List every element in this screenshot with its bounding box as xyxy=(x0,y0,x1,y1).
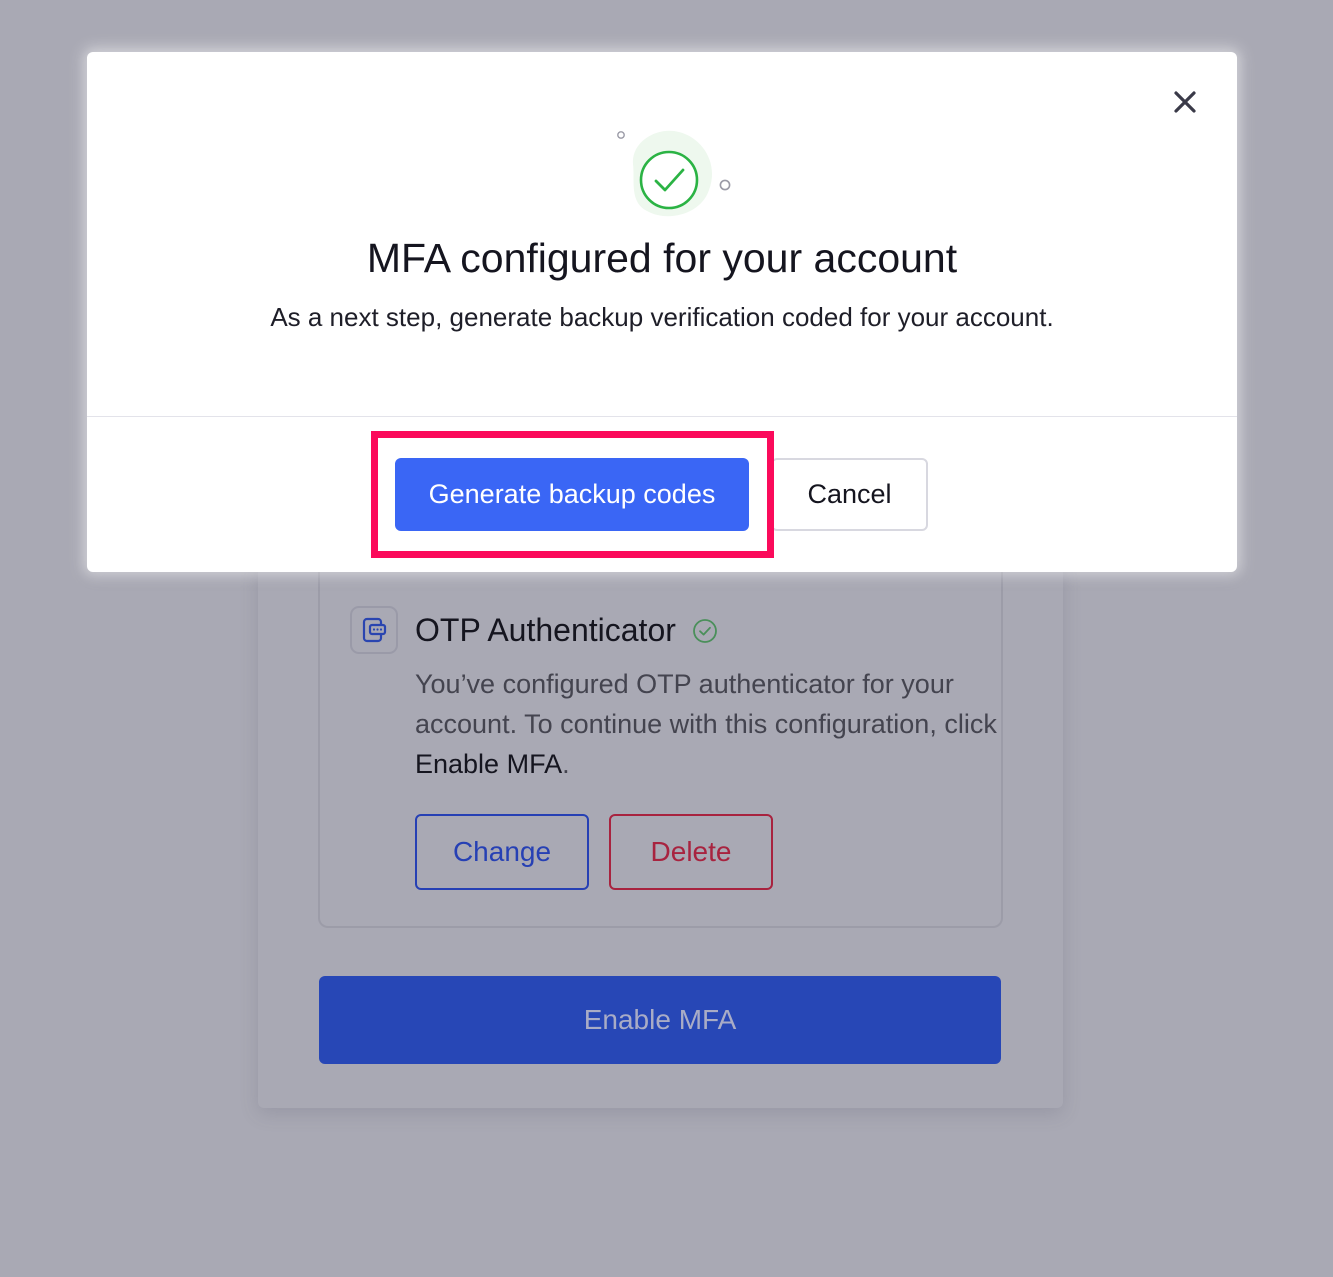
modal-title: MFA configured for your account xyxy=(366,235,958,281)
description-text: You’ve configured OTP authenticator for … xyxy=(415,669,997,739)
cancel-button[interactable]: Cancel xyxy=(771,458,928,531)
otp-device-icon xyxy=(350,606,398,654)
check-circle-icon xyxy=(605,124,735,224)
mfa-configured-modal: MFA configured for your account As a nex… xyxy=(87,52,1237,572)
description-period: . xyxy=(562,749,570,779)
otp-method-description: You’ve configured OTP authenticator for … xyxy=(415,664,1005,784)
modal-divider xyxy=(87,416,1237,417)
otp-method-title: OTP Authenticator xyxy=(415,612,676,648)
change-button[interactable]: Change xyxy=(415,814,589,890)
enable-mfa-button[interactable]: Enable MFA xyxy=(319,976,1001,1064)
close-icon[interactable] xyxy=(1169,86,1201,118)
check-circle-icon xyxy=(692,618,718,644)
generate-backup-codes-button[interactable]: Generate backup codes xyxy=(395,458,749,531)
modal-subtitle: As a next step, generate backup verifica… xyxy=(270,302,1054,332)
enable-mfa-reference: Enable MFA xyxy=(415,749,563,779)
delete-button[interactable]: Delete xyxy=(609,814,773,890)
